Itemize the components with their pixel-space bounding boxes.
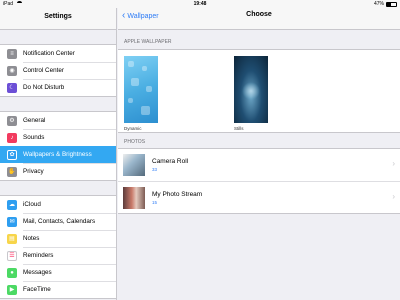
sidebar-item-label: Do Not Disturb [23,84,65,91]
sidebar-item-label: Privacy [23,168,44,175]
album-count: 33 [152,167,158,172]
speaker-icon: ♪ [7,132,17,143]
sidebar-title: Settings [0,8,116,30]
album-name: My Photo Stream [152,190,203,198]
stills-wallpaper-thumbnail[interactable] [234,56,268,123]
status-time: 19:48 [193,1,207,7]
photo-albums-list: Camera Roll 33 › My Photo Stream 15 › [118,148,400,214]
gear-icon: ⚙ [7,115,17,126]
album-count: 15 [152,199,158,205]
sidebar-group-3: ☁ iCloud ✉ Mail, Contacts, Calendars ▤ N… [0,195,116,299]
notes-icon: ▤ [7,233,17,244]
sidebar-group-2: ⚙ General ♪ Sounds ✿ Wallpapers & Bright… [0,111,116,181]
sidebar-item-label: Messages [23,269,52,276]
sidebar-item-label: Notes [23,235,40,242]
battery-indicator: 47% [374,0,397,8]
sidebar-item-notes[interactable]: ▤ Notes [0,230,116,247]
battery-icon [386,1,397,7]
photo-stream-thumbnail [123,186,145,209]
camera-roll-thumbnail [123,154,145,176]
section-header-apple-wallpaper: APPLE WALLPAPER [124,39,172,45]
sidebar-group-1: ≡ Notification Center ◉ Control Center ☾… [0,44,116,97]
section-header-photos: PHOTOS [124,139,146,145]
cloud-icon: ☁ [7,199,17,210]
status-bar: iPad 19:48 47% [0,0,400,8]
sidebar-item-notification-center[interactable]: ≡ Notification Center [0,45,116,62]
sidebar-item-label: Sounds [23,134,45,141]
sidebar-item-label: Notification Center [23,50,75,57]
album-name: Camera Roll [152,158,189,165]
sidebar-item-general[interactable]: ⚙ General [0,112,116,129]
sidebar-item-do-not-disturb[interactable]: ☾ Do Not Disturb [0,79,116,96]
nav-bar: ‹ Wallpaper Choose [118,8,400,30]
sidebar-item-label: Control Center [23,67,64,74]
sidebar-item-facetime[interactable]: ▶ FaceTime [0,281,116,298]
sidebar-item-label: Mail, Contacts, Calendars [23,218,96,225]
sidebar-item-privacy[interactable]: ✋ Privacy [0,163,116,180]
thumbnail-caption-stills: Stills [234,126,244,131]
sidebar-item-label: Wallpapers & Brightness [23,151,92,158]
page-title: Choose [246,11,272,18]
album-my-photo-stream[interactable]: My Photo Stream 15 › [118,181,400,213]
control-center-icon: ◉ [7,65,17,76]
album-camera-roll[interactable]: Camera Roll 33 › [118,149,400,181]
mail-icon: ✉ [7,216,17,227]
moon-icon: ☾ [7,82,17,93]
battery-percent: 47% [373,1,384,7]
sidebar-item-label: iCloud [23,201,41,208]
dynamic-wallpaper-thumbnail[interactable] [124,56,158,123]
sidebar-item-label: Reminders [23,252,54,259]
sidebar-item-reminders[interactable]: ☰ Reminders [0,247,116,264]
facetime-icon: ▶ [7,284,17,295]
notification-icon: ≡ [7,48,17,59]
thumbnail-caption-dynamic: Dynamic [124,126,142,131]
sidebar-item-icloud[interactable]: ☁ iCloud [0,196,116,213]
chevron-right-icon: › [392,159,395,168]
hand-icon: ✋ [7,166,17,177]
sidebar-item-messages[interactable]: ● Messages [0,264,116,281]
wallpaper-chooser: ‹ Wallpaper Choose APPLE WALLPAPER Dynam… [118,8,400,300]
sidebar-item-mail-contacts-calendars[interactable]: ✉ Mail, Contacts, Calendars [0,213,116,230]
sidebar-item-control-center[interactable]: ◉ Control Center [0,62,116,79]
sidebar-item-label: FaceTime [23,286,51,293]
wallpaper-icon: ✿ [7,149,17,160]
sidebar-item-sounds[interactable]: ♪ Sounds [0,129,116,146]
sidebar-item-label: General [23,117,46,124]
reminders-icon: ☰ [7,250,17,261]
chevron-right-icon: › [392,192,395,201]
settings-sidebar: Settings ≡ Notification Center ◉ Control… [0,8,117,300]
sidebar-item-wallpapers-brightness[interactable]: ✿ Wallpapers & Brightness [0,146,116,163]
messages-icon: ● [7,267,17,278]
apple-wallpaper-grid: Dynamic Stills [118,49,400,133]
